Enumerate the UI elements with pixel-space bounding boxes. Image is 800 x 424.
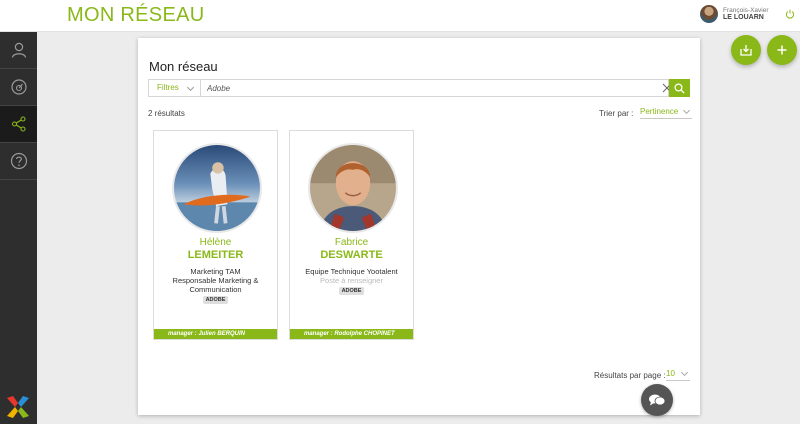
company-tag: ADOBE [202,296,229,304]
sidebar-item-profile[interactable] [0,32,37,69]
sidebar-item-help[interactable] [0,143,37,180]
sort-dropdown[interactable]: Pertinence [640,106,692,119]
power-icon[interactable] [785,9,795,19]
page-title: MON RÉSEAU [67,4,205,26]
per-page-value: 10 [666,369,675,378]
user-first-name[interactable]: François-Xavier [723,7,769,14]
help-icon [10,152,27,170]
sort-label: Trier par : [599,109,634,118]
last-name: DESWARTE [320,249,383,261]
search-input[interactable] [207,81,647,95]
filters-label: Filtres [157,83,179,92]
search-bar: Filtres [148,79,672,97]
job-title-placeholder: Poste à renseigner [320,276,383,285]
profile-photo-man [310,145,396,231]
first-name: Hélène [199,237,232,248]
user-avatar[interactable] [700,5,718,23]
share-network-icon [11,116,26,132]
result-count: 2 résultats [148,109,185,118]
import-button[interactable] [731,35,761,65]
company-tag: ADOBE [338,287,365,295]
manager-bar: manager : Rodolphe CHOPINET [290,329,413,339]
user-last-name[interactable]: LE LOUARN [723,14,764,21]
filters-dropdown[interactable]: Filtres [149,80,201,96]
profile-photo-surfer [174,145,260,231]
chat-bubbles-icon [649,394,666,406]
download-tray-icon [740,45,752,56]
search-button[interactable] [669,79,690,97]
chevron-down-icon [682,106,691,115]
sort-value: Pertinence [640,107,679,116]
sidebar-item-network[interactable] [0,106,37,143]
first-name: Fabrice [334,237,369,248]
per-page-dropdown[interactable]: 10 [666,368,690,381]
sidebar-item-dashboard[interactable] [0,69,37,106]
job-team: Equipe Technique Yootalent [305,267,398,276]
avatar [172,143,262,233]
user-icon [11,42,26,58]
dashboard-icon [10,79,27,95]
chevron-down-icon [680,368,689,377]
app-logo[interactable] [5,394,31,420]
profile-card[interactable]: Fabrice DESWARTE Equipe Technique Yootal… [289,130,414,340]
network-panel: Mon réseau Filtres 2 résultats Trier par… [138,38,700,415]
add-button[interactable] [767,35,797,65]
profile-card[interactable]: Hélène LEMEITER Marketing TAM Responsabl… [153,130,278,340]
chat-button[interactable] [641,384,673,416]
job-title: Responsable Marketing & [172,276,259,285]
last-name: LEMEITER [187,249,244,261]
job-team: Marketing TAM [190,267,241,276]
plus-icon [777,45,787,55]
top-bar: MON RÉSEAU François-Xavier LE LOUARN [0,0,800,32]
search-icon [674,82,685,94]
job-title-cont: Communication [189,285,242,294]
per-page-label: Résultats par page : [594,371,666,380]
avatar [308,143,398,233]
sidebar [0,32,37,424]
manager-bar: manager : Julien BERQUIN [154,329,277,339]
panel-title: Mon réseau [149,59,218,74]
chevron-down-icon [186,83,195,92]
